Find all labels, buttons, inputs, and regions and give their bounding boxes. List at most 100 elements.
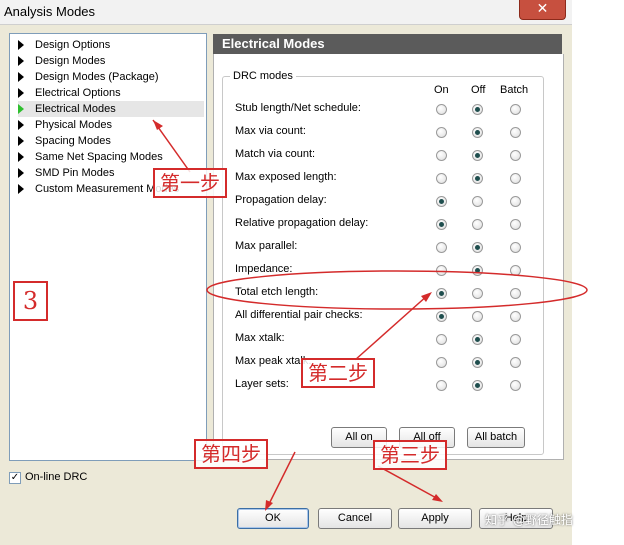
radio-on[interactable] [436,150,447,161]
radio-batch[interactable] [510,380,521,391]
radio-on[interactable] [436,173,447,184]
tree-item-label: Electrical Options [35,87,121,99]
drc-row-label: Max xtalk: [235,332,285,344]
analysis-modes-dialog: Analysis Modes ✕ Design Options Design M… [0,0,573,545]
radio-off[interactable] [472,219,483,230]
online-drc-checkbox[interactable]: ✓ [9,472,21,484]
radio-off[interactable] [472,150,483,161]
tree-item-label: Design Options [35,39,111,51]
radio-off[interactable] [472,173,483,184]
tree-item-label: SMD Pin Modes [35,167,115,179]
radio-on[interactable] [436,311,447,322]
radio-off[interactable] [472,265,483,276]
radio-batch[interactable] [510,196,521,207]
radio-batch[interactable] [510,334,521,345]
radio-on[interactable] [436,127,447,138]
radio-batch[interactable] [510,219,521,230]
cancel-button[interactable]: Cancel [318,508,392,529]
drc-row-label: Max exposed length: [235,171,337,183]
title-bar: Analysis Modes ✕ [0,0,572,25]
radio-off[interactable] [472,380,483,391]
annotation-number: 3 [13,281,48,321]
expand-arrow-icon[interactable] [18,152,24,162]
window-title: Analysis Modes [4,4,96,19]
radio-batch[interactable] [510,311,521,322]
radio-on[interactable] [436,242,447,253]
tree-item-spacing-modes[interactable]: Spacing Modes [18,133,204,149]
drc-row-label: Max parallel: [235,240,298,252]
radio-batch[interactable] [510,127,521,138]
background-edge [572,0,624,545]
ok-button[interactable]: OK [237,508,309,529]
tree-item-label: Electrical Modes [35,103,116,115]
column-header-batch: Batch [500,84,529,96]
radio-batch[interactable] [510,104,521,115]
tree-item-physical-modes[interactable]: Physical Modes [18,117,204,133]
radio-on[interactable] [436,219,447,230]
expand-arrow-icon[interactable] [18,40,24,50]
radio-batch[interactable] [510,265,521,276]
online-drc-label: On-line DRC [25,471,88,483]
radio-on[interactable] [436,104,447,115]
radio-on[interactable] [436,265,447,276]
radio-on[interactable] [436,196,447,207]
drc-row-label: Stub length/Net schedule: [235,102,361,114]
radio-on[interactable] [436,380,447,391]
column-header-on: On [434,84,449,96]
tree-item-label: Same Net Spacing Modes [35,151,163,163]
drc-row-label: Max via count: [235,125,306,137]
tree-item-design-modes[interactable]: Design Modes [18,53,204,69]
radio-off[interactable] [472,242,483,253]
column-header-off: Off [471,84,486,96]
drc-row-label: Relative propagation delay: [235,217,369,229]
radio-off[interactable] [472,357,483,368]
tree-item-electrical-modes[interactable]: Electrical Modes [18,101,204,117]
radio-batch[interactable] [510,150,521,161]
drc-row-label: Match via count: [235,148,316,160]
tree-item-design-modes-package[interactable]: Design Modes (Package) [18,69,204,85]
radio-off[interactable] [472,288,483,299]
radio-batch[interactable] [510,242,521,253]
radio-off[interactable] [472,196,483,207]
panel-title: Electrical Modes [213,34,562,54]
expand-arrow-icon[interactable] [18,120,24,130]
expand-arrow-icon[interactable] [18,88,24,98]
tree-item-same-net-spacing-modes[interactable]: Same Net Spacing Modes [18,149,204,165]
radio-off[interactable] [472,334,483,345]
radio-off[interactable] [472,127,483,138]
tree-item-electrical-options[interactable]: Electrical Options [18,85,204,101]
tree-item-label: Physical Modes [35,119,113,131]
drc-row-label: Max peak xtalk: [235,355,312,367]
expand-arrow-icon[interactable] [18,56,24,66]
watermark: 知乎 @野径触指 [485,513,573,527]
expand-arrow-icon[interactable] [18,72,24,82]
radio-batch[interactable] [510,288,521,299]
apply-button[interactable]: Apply [398,508,472,529]
radio-on[interactable] [436,357,447,368]
drc-row-label: Impedance: [235,263,293,275]
tree-item-label: Design Modes [35,55,106,67]
expand-arrow-icon[interactable] [18,136,24,146]
step2-label: 第二步 [301,358,375,388]
step1-label: 第一步 [153,168,227,198]
radio-off[interactable] [472,311,483,322]
close-button[interactable]: ✕ [519,0,566,20]
expand-arrow-icon[interactable] [18,184,24,194]
drc-modes-label: DRC modes [230,70,296,82]
radio-on[interactable] [436,334,447,345]
all-batch-button[interactable]: All batch [467,427,525,448]
radio-batch[interactable] [510,173,521,184]
expand-arrow-icon[interactable] [18,168,24,178]
drc-row-label: All differential pair checks: [235,309,363,321]
tree-item-label: Spacing Modes [35,135,111,147]
tree-item-design-options[interactable]: Design Options [18,37,204,53]
selected-arrow-icon[interactable] [18,104,24,114]
tree-item-label: Design Modes (Package) [35,71,159,83]
radio-batch[interactable] [510,357,521,368]
radio-off[interactable] [472,104,483,115]
drc-row-label: Layer sets: [235,378,289,390]
radio-on[interactable] [436,288,447,299]
drc-row-label: Propagation delay: [235,194,327,206]
step3-label: 第三步 [373,440,447,470]
drc-row-label: Total etch length: [235,286,319,298]
